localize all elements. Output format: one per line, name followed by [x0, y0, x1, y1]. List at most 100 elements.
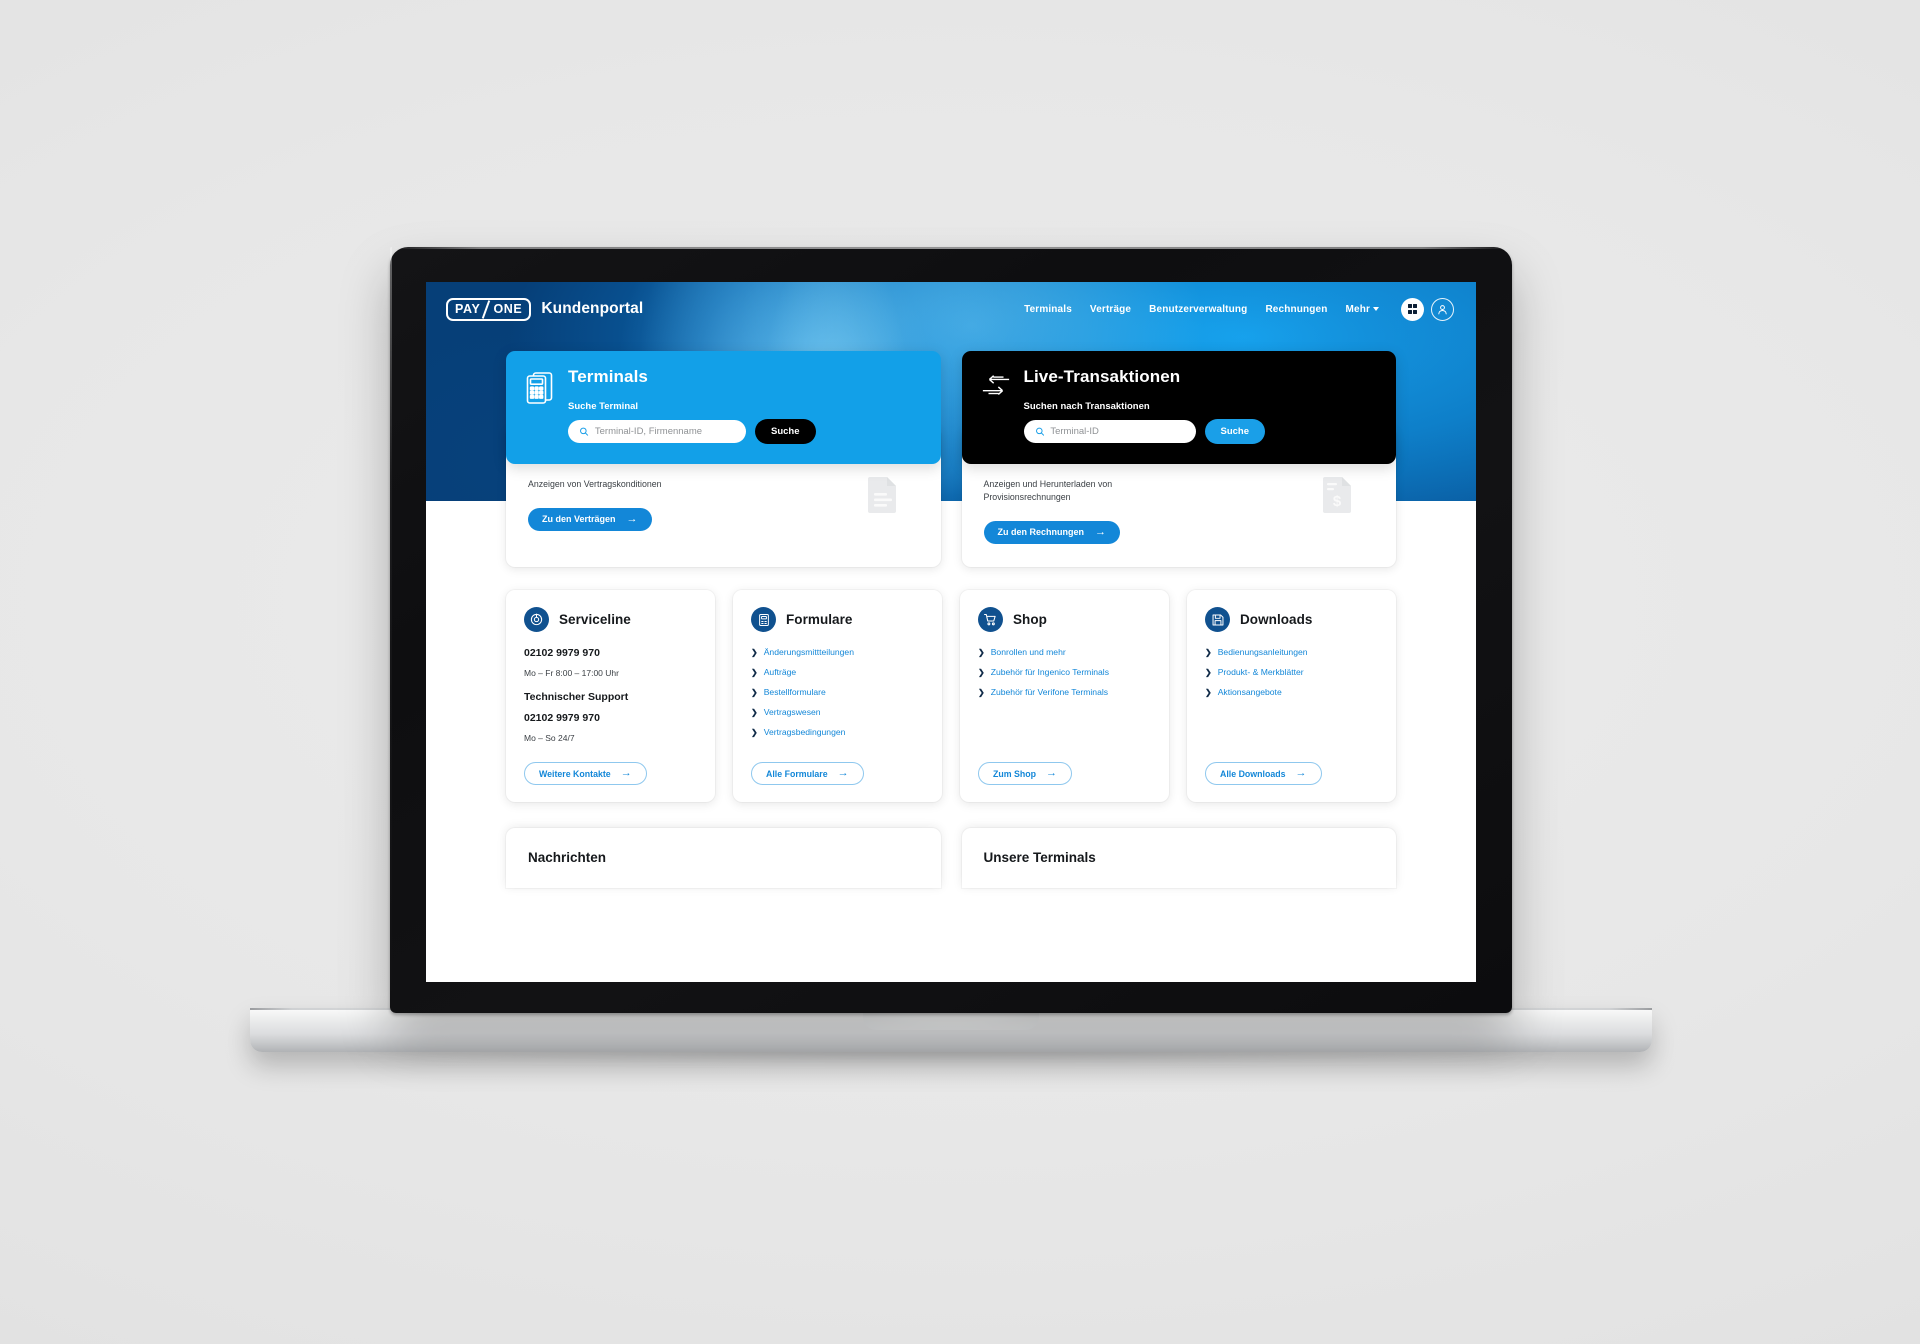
alle-downloads-button[interactable]: Alle Downloads → [1205, 762, 1322, 785]
arrow-right-icon: → [626, 512, 638, 525]
list-item[interactable]: ❯ Vertragswesen [751, 707, 924, 719]
main-content: 1938 Verträge Anzeigen von Vertragskondi… [426, 427, 1476, 982]
nav-icon-group [1401, 297, 1454, 321]
transaction-search-box[interactable] [1023, 420, 1196, 443]
card-rechnungen-button[interactable]: Zu den Rechnungen → [983, 520, 1120, 544]
nav-item-mehr-label: Mehr [1345, 303, 1370, 315]
card-shop-foot: Zum Shop → [978, 748, 1151, 785]
list-item[interactable]: ❯ Aktionsangebote [1205, 687, 1378, 699]
card-formulare-head: Formulare [751, 607, 924, 632]
nav-item-mehr[interactable]: Mehr [1345, 303, 1379, 315]
laptop-mockup: PAY ONE Kundenportal Terminals Verträge … [210, 247, 1690, 1083]
nav-right-group: Terminals Verträge Benutzerverwaltung Re… [1024, 297, 1454, 321]
list-item[interactable]: ❯ Aufträge [751, 667, 924, 679]
card-rechnungen-button-label: Zu den Rechnungen [997, 527, 1085, 537]
list-item[interactable]: ❯ Zubehör für Ingenico Terminals [978, 667, 1151, 679]
laptop-lid: PAY ONE Kundenportal Terminals Verträge … [390, 247, 1512, 1013]
floppy-save-icon [1205, 607, 1230, 632]
serviceline-support-label: Technischer Support [524, 691, 629, 703]
laptop-base [250, 1008, 1652, 1052]
chevron-right-icon: ❯ [978, 648, 985, 657]
card-vertraege-button-label: Zu den Verträgen [542, 514, 616, 525]
bottom-cards: Nachrichten Unsere Terminals [506, 828, 1396, 888]
brand-logo[interactable]: PAY ONE Kundenportal [446, 297, 644, 321]
chevron-right-icon: ❯ [751, 648, 758, 657]
terminal-search-box[interactable] [568, 420, 746, 443]
nav-item-benutzerverwaltung[interactable]: Benutzerverwaltung [1149, 304, 1247, 315]
list-item-label: Bonrollen und mehr [990, 647, 1066, 657]
list-item[interactable]: ❯ Zubehör für Verifone Terminals [978, 687, 1151, 699]
service-cards: Serviceline 02102 9979 970 Mo – Fr 8:00 … [506, 590, 1396, 802]
card-terminals-search-label: Suche Terminal [568, 401, 639, 412]
arrow-right-icon: → [620, 767, 632, 779]
transfer-arrows-icon [981, 367, 1011, 444]
grid-apps-icon[interactable] [1401, 297, 1424, 321]
alle-formulare-label: Alle Formulare [766, 768, 828, 779]
terminal-search-button[interactable]: Suche [755, 419, 816, 444]
logo-text-pay: PAY [455, 301, 481, 316]
card-serviceline: Serviceline 02102 9979 970 Mo – Fr 8:00 … [506, 590, 715, 802]
card-rechnungen-desc: Anzeigen und Herunterladen von Provision… [983, 479, 1113, 502]
portal-title: Kundenportal [541, 300, 644, 317]
list-item-label: Aufträge [763, 667, 797, 677]
alle-downloads-label: Alle Downloads [1220, 768, 1286, 779]
card-vertraege-desc: Anzeigen von Vertragskonditionen [528, 479, 662, 489]
arrow-right-icon: → [1095, 525, 1106, 538]
card-terminals-title: Terminals [568, 367, 648, 386]
card-live-search-label: Suchen nach Transaktionen [1023, 401, 1150, 412]
card-downloads: Downloads ❯ Bedienungsanleitungen ❯ Produk… [1187, 590, 1396, 802]
list-item[interactable]: ❯ Änderungsmittteilungen [751, 647, 924, 659]
serviceline-hours-2: Mo – So 24/7 [524, 733, 575, 743]
card-unsere-terminals: Unsere Terminals [961, 828, 1396, 888]
arrow-right-icon: → [837, 767, 849, 779]
nav-item-rechnungen[interactable]: Rechnungen [1265, 304, 1327, 315]
card-shop: Shop ❯ Bonrollen und mehr ❯ Zubehör für In… [960, 590, 1169, 802]
chevron-right-icon: ❯ [751, 728, 758, 737]
nav-item-vertraege[interactable]: Verträge [1090, 304, 1131, 315]
zum-shop-button[interactable]: Zum Shop → [978, 762, 1073, 785]
user-account-icon[interactable] [1431, 297, 1454, 321]
chevron-right-icon: ❯ [1205, 668, 1212, 677]
nav-links: Terminals Verträge Benutzerverwaltung Re… [1024, 304, 1379, 315]
nav-item-terminals[interactable]: Terminals [1024, 304, 1072, 315]
search-icon [580, 427, 589, 436]
terminal-search-input[interactable] [594, 426, 735, 437]
chevron-right-icon: ❯ [751, 668, 758, 677]
list-item[interactable]: ❯ Vertragsbedingungen [751, 727, 924, 739]
chevron-right-icon: ❯ [751, 688, 758, 697]
weitere-kontakte-label: Weitere Kontakte [539, 768, 611, 779]
list-item-label: Vertragswesen [763, 707, 821, 717]
list-item[interactable]: ❯ Produkt- & Merkblätter [1205, 667, 1378, 679]
card-downloads-foot: Alle Downloads → [1205, 748, 1378, 785]
card-live-search-row: Suche [1023, 419, 1378, 444]
list-item-label: Bedienungsanleitungen [1217, 647, 1308, 657]
transaction-search-input[interactable] [1050, 426, 1185, 437]
list-item-label: Bestellformulare [763, 687, 826, 697]
chevron-right-icon: ❯ [751, 708, 758, 717]
list-item[interactable]: ❯ Bedienungsanleitungen [1205, 647, 1378, 659]
form-document-icon [751, 607, 776, 632]
card-live-transaktionen: Live-Transaktionen Suchen nach Transakti… [961, 351, 1396, 464]
web-page: PAY ONE Kundenportal Terminals Verträge … [426, 282, 1476, 982]
chevron-right-icon: ❯ [1205, 688, 1212, 697]
formulare-link-list: ❯ Änderungsmittteilungen ❯ Aufträge ❯ Beste… [751, 647, 924, 747]
alle-formulare-button[interactable]: Alle Formulare → [751, 762, 864, 785]
laptop-shadow [210, 1047, 1690, 1083]
list-item-label: Aktionsangebote [1217, 687, 1282, 697]
list-item[interactable]: ❯ Bonrollen und mehr [978, 647, 1151, 659]
top-navigation: PAY ONE Kundenportal Terminals Verträge … [426, 282, 1476, 336]
list-item[interactable]: ❯ Bestellformulare [751, 687, 924, 699]
card-serviceline-title: Serviceline [559, 612, 631, 627]
transaction-search-button[interactable]: Suche [1204, 419, 1266, 444]
serviceline-phone-2: 02102 9979 970 [524, 712, 600, 724]
headset-support-icon [524, 607, 549, 632]
card-formulare-title: Formulare [786, 612, 853, 627]
weitere-kontakte-button[interactable]: Weitere Kontakte → [524, 762, 647, 785]
list-item-label: Produkt- & Merkblätter [1217, 667, 1304, 677]
payment-terminal-icon [525, 367, 555, 444]
card-vertraege-button[interactable]: Zu den Verträgen → [528, 507, 652, 531]
arrow-right-icon: → [1046, 767, 1058, 779]
document-dollar-icon: $ [1322, 475, 1354, 518]
shop-link-list: ❯ Bonrollen und mehr ❯ Zubehör für Ingenic… [978, 647, 1151, 707]
serviceline-hours-1: Mo – Fr 8:00 – 17:00 Uhr [524, 668, 619, 678]
